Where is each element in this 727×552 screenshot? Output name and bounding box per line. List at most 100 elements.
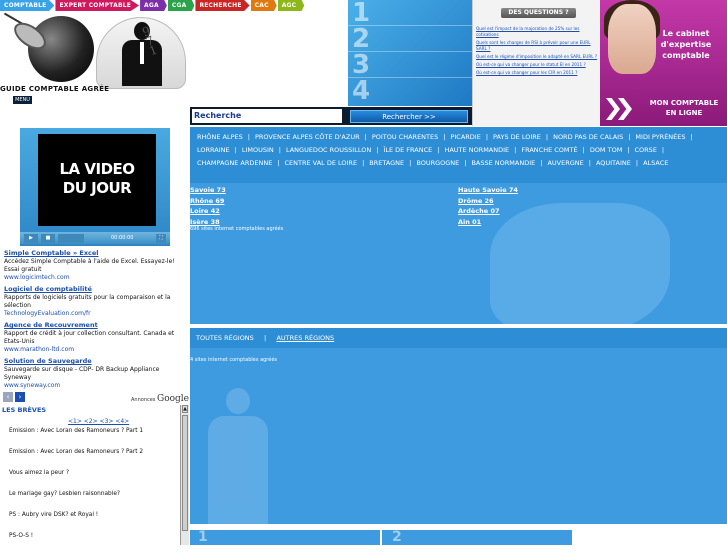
department-link[interactable]: Drôme 26	[458, 196, 518, 207]
region-link[interactable]: POITOU CHARENTES	[369, 131, 441, 144]
bottom-banners: 1 2	[190, 530, 727, 545]
scroll-up-icon[interactable]: ▲	[182, 405, 188, 413]
step-number: 4	[352, 76, 371, 106]
search-bar: Recherche Rechercher >>	[190, 107, 472, 125]
region-link[interactable]: AUVERGNE	[544, 157, 586, 170]
ad-title[interactable]: Solution de Sauvegarde	[4, 357, 188, 366]
fullscreen-icon[interactable]: ⛶	[156, 233, 166, 243]
all-regions-link[interactable]: TOUTES RÉGIONS	[196, 334, 254, 342]
breves-list: Emission : Avec Loran des Ramoneurs ? Pa…	[0, 426, 180, 552]
region-link[interactable]: CENTRE VAL DE LOIRE	[282, 157, 361, 170]
tab-comptable[interactable]: COMPTABLE	[0, 0, 55, 11]
breve-item[interactable]: PS : Aubry vire DSK? et Royal !	[0, 510, 180, 531]
department-link[interactable]: Loire 42	[190, 206, 226, 217]
department-link[interactable]: Ardèche 07	[458, 206, 518, 217]
video-screen[interactable]: LA VIDEO DU JOUR	[38, 134, 156, 226]
question-link[interactable]: Quel est l'impact de la majoration de 25…	[476, 26, 600, 38]
region-link[interactable]: CORSE	[632, 144, 660, 157]
region-link[interactable]: LIMOUSIN	[239, 144, 277, 157]
region-link[interactable]: HAUTE NORMANDIE	[441, 144, 512, 157]
other-regions-link[interactable]: AUTRES RÉGIONS	[276, 334, 334, 342]
department-link[interactable]: Haute Savoie 74	[458, 185, 518, 196]
tab-aga[interactable]: AGA	[140, 0, 167, 11]
steps-banner: 1 2 3 4	[348, 0, 472, 106]
region-link[interactable]: DOM TOM	[587, 144, 626, 157]
play-icon[interactable]: ▶	[24, 233, 38, 243]
ad-title[interactable]: Simple Comptable » Excel	[4, 249, 188, 258]
departments-panel: Savoie 73 Rhône 69 Loire 42 Isère 38 Hau…	[190, 183, 727, 324]
region-link[interactable]: MIDI PYRÉNÉES	[632, 131, 688, 144]
cabinet-ad-banner[interactable]: Le cabinet d'expertise comptable MON COM…	[600, 0, 727, 126]
ad-title[interactable]: Agence de Recouvrement	[4, 321, 188, 330]
region-link[interactable]: CHAMPAGNE ARDENNE	[194, 157, 275, 170]
google-ads-label[interactable]: Annonces Google	[131, 394, 189, 404]
chevron-left-icon[interactable]: ‹	[3, 392, 13, 402]
regions-content: 4 sites internet comptables agréés	[190, 348, 727, 524]
question-link[interactable]: Où est-ce qui va changer pour les CIR en…	[476, 70, 600, 76]
hero-illustration: 971	[0, 12, 190, 90]
search-input[interactable]: Recherche	[192, 109, 342, 123]
separator: |	[690, 133, 693, 141]
scrollbar-thumb[interactable]	[182, 415, 188, 531]
breve-item[interactable]: Le mariage gay? Lesbien raisonnable?	[0, 489, 180, 510]
breves-title: LES BRÈVES	[2, 406, 47, 414]
progress-bar[interactable]	[58, 233, 84, 243]
tab-expert-comptable[interactable]: EXPERT COMPTABLE	[55, 0, 140, 11]
region-link[interactable]: PROVENCE ALPES CÔTE D'AZUR	[252, 131, 363, 144]
region-link[interactable]: LORRAINE	[194, 144, 233, 157]
region-link[interactable]: LANGUEDOC ROUSSILLON	[283, 144, 374, 157]
bottom-banner[interactable]: 2	[382, 530, 572, 545]
chevron-right-icon[interactable]: ›	[15, 392, 25, 402]
region-link[interactable]: BRETAGNE	[366, 157, 407, 170]
video-controls: ▶ ■ 00:00:00 ⛶	[20, 232, 170, 244]
search-button[interactable]: Rechercher >>	[350, 109, 468, 123]
region-link[interactable]: PICARDIE	[447, 131, 483, 144]
ad-description: Sauvegarde sur disque - CDP- DR Backup A…	[4, 366, 160, 381]
ad-url[interactable]: www.syneway.com	[4, 382, 188, 390]
region-link[interactable]: BASSE NORMANDIE	[468, 157, 538, 170]
ad-url[interactable]: TechnologyEvaluation.com/fr	[4, 310, 188, 318]
question-link[interactable]: Quels sont les charges de RSI à prévoir …	[476, 40, 600, 52]
department-link[interactable]: Rhône 69	[190, 196, 226, 207]
region-link[interactable]: AQUITAINE	[593, 157, 634, 170]
chevron-right-icon	[606, 98, 636, 120]
breve-item[interactable]: Emission : Avec Loran des Ramoneurs ? Pa…	[0, 426, 180, 447]
breve-item[interactable]: Vous aimez la peur ?	[0, 468, 180, 489]
region-link[interactable]: ÎLE DE FRANCE	[380, 144, 435, 157]
region-link[interactable]: ALSACE	[640, 157, 671, 170]
ad-url[interactable]: www.logicimtech.com	[4, 274, 188, 282]
ad-description: Rapports de logiciels gratuits pour la c…	[4, 294, 171, 309]
departments-col-right: Haute Savoie 74 Drôme 26 Ardèche 07 Ain …	[458, 185, 518, 227]
region-link[interactable]: FRANCHE COMTÉ	[518, 144, 580, 157]
menu-button[interactable]: MENU	[13, 96, 32, 104]
department-link[interactable]: Ain 01	[458, 217, 518, 228]
region-link[interactable]: RHÔNE ALPES	[194, 131, 246, 144]
region-link[interactable]: PAYS DE LOIRE	[490, 131, 544, 144]
breves-pagination[interactable]: <1> <2> <3> <4>	[68, 418, 129, 425]
tab-cac[interactable]: CAC	[250, 0, 277, 11]
question-link[interactable]: Où est-ce qui va changer pour le statut …	[476, 62, 600, 68]
breve-item[interactable]: Emission : Avec Loran des Ramoneurs ? Pa…	[0, 447, 180, 468]
ad-url[interactable]: www.marathon-ltd.com	[4, 346, 188, 354]
stop-icon[interactable]: ■	[41, 233, 55, 243]
all-regions-bar: TOUTES RÉGIONS | AUTRES RÉGIONS	[190, 328, 727, 348]
breves-scrollbar[interactable]: ▲	[180, 405, 189, 545]
breve-item[interactable]: PS-O-S !	[0, 531, 180, 552]
tab-recherche[interactable]: RECHERCHE	[195, 0, 250, 11]
cabinet-ad-cta[interactable]: MON COMPTABLE EN LIGNE	[644, 98, 724, 118]
bottom-banner[interactable]: 1	[190, 530, 380, 545]
questions-title: DES QUESTIONS ?	[501, 8, 576, 18]
video-player[interactable]: LA VIDEO DU JOUR ▶ ■ 00:00:00 ⛶	[20, 128, 170, 246]
ad-title[interactable]: Logiciel de comptabilité	[4, 285, 188, 294]
question-link[interactable]: Quel est le régime d'imposition le adapt…	[476, 54, 600, 60]
department-link[interactable]: Savoie 73	[190, 185, 226, 196]
ad-item: Solution de Sauvegarde Sauvegarde sur di…	[4, 357, 188, 390]
departments-col-left: Savoie 73 Rhône 69 Loire 42 Isère 38	[190, 185, 226, 227]
ad-pager: ‹ ›	[3, 392, 25, 402]
questions-box: DES QUESTIONS ? Quel est l'impact de la …	[472, 0, 600, 126]
sites-count: 4 sites internet comptables agréés	[190, 357, 278, 363]
region-link[interactable]: BOURGOGNE	[413, 157, 462, 170]
region-link[interactable]: NORD PAS DE CALAIS	[550, 131, 626, 144]
tab-agc[interactable]: AGC	[277, 0, 305, 11]
tab-cga[interactable]: CGA	[167, 0, 195, 11]
